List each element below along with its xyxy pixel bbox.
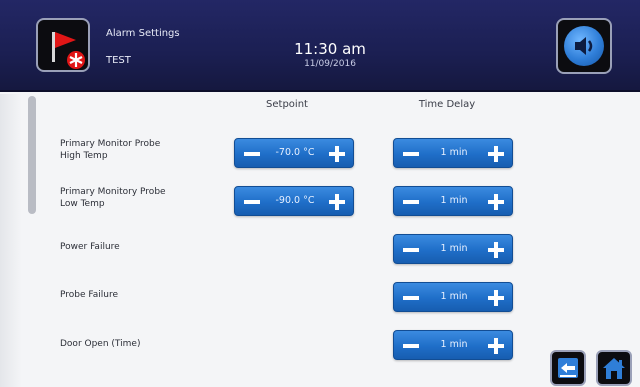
row-label-primary-high: Primary Monitor Probe High Temp [60,139,161,161]
setpoint-value: -70.0 °C [275,147,315,158]
increment-button[interactable] [488,338,504,354]
row-label-probe-failure: Probe Failure [60,290,118,300]
speaker-button[interactable] [556,18,612,74]
decrement-button[interactable] [403,344,419,348]
decrement-button[interactable] [244,200,260,204]
setpoint-stepper-primary-high: -70.0 °C [234,138,354,168]
delay-value: 1 min [440,147,468,158]
delay-stepper-primary-low: 1 min [393,186,513,216]
increment-button[interactable] [329,146,345,162]
page-subtitle: TEST [106,55,131,66]
alarm-settings-screen: Alarm Settings TEST 11:30 am 11/09/2016 … [0,0,640,387]
clock-time: 11:30 am [294,40,366,58]
back-button[interactable] [550,350,586,386]
column-header-setpoint: Setpoint [266,99,308,110]
delay-stepper-door-open: 1 min [393,330,513,360]
setpoint-stepper-primary-low: -90.0 °C [234,186,354,216]
back-arrow-icon [558,358,578,378]
home-icon [603,358,625,379]
delay-stepper-primary-high: 1 min [393,138,513,168]
increment-button[interactable] [329,194,345,210]
delay-value: 1 min [440,195,468,206]
header-bar: Alarm Settings TEST 11:30 am 11/09/2016 [0,0,640,92]
clock-date: 11/09/2016 [304,59,356,69]
increment-button[interactable] [488,194,504,210]
increment-button[interactable] [488,146,504,162]
page-title: Alarm Settings [106,28,180,39]
delay-value: 1 min [440,291,468,302]
increment-button[interactable] [488,242,504,258]
row-label-door-open: Door Open (Time) [60,339,141,349]
setpoint-value: -90.0 °C [275,195,315,206]
decrement-button[interactable] [244,152,260,156]
panel-shadow [0,94,22,387]
home-button[interactable] [596,350,632,386]
decrement-button[interactable] [403,200,419,204]
delay-stepper-probe-failure: 1 min [393,282,513,312]
delay-value: 1 min [440,339,468,350]
decrement-button[interactable] [403,248,419,252]
alarm-flag-icon[interactable] [36,18,90,72]
row-label-power-failure: Power Failure [60,242,120,252]
decrement-button[interactable] [403,296,419,300]
decrement-button[interactable] [403,152,419,156]
scrollbar[interactable] [28,96,36,214]
increment-button[interactable] [488,290,504,306]
column-header-time-delay: Time Delay [418,99,476,110]
delay-stepper-power-failure: 1 min [393,234,513,264]
settings-panel: Setpoint Time Delay Primary Monitor Prob… [0,94,640,387]
delay-value: 1 min [440,243,468,254]
row-label-primary-low: Primary Monitory Probe Low Temp [60,187,166,209]
